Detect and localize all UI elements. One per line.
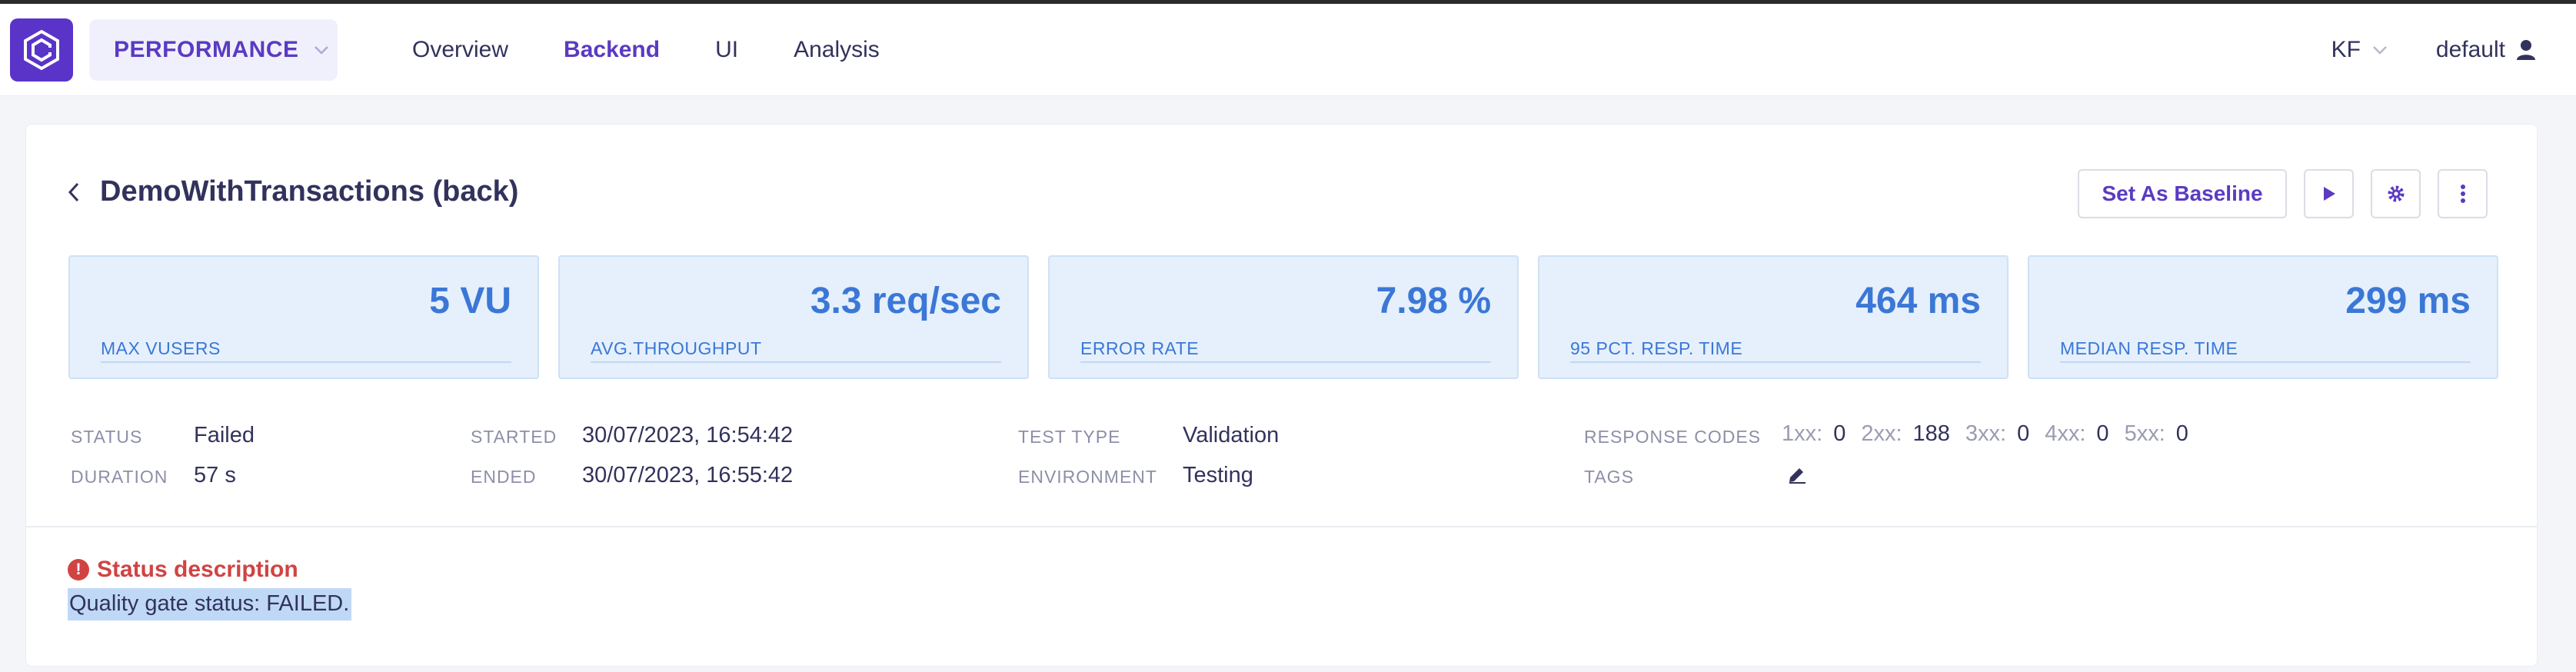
chevron-down-icon[interactable] — [2371, 45, 2388, 55]
metric-value: 5 VU — [429, 281, 511, 321]
page-title: DemoWithTransactions (back) — [100, 175, 519, 208]
more-vertical-icon — [2460, 185, 2465, 203]
user-area: KF default — [2331, 4, 2536, 96]
user-name[interactable]: default — [2436, 37, 2505, 63]
play-icon — [2323, 187, 2335, 201]
tab-backend[interactable]: Backend — [564, 37, 660, 63]
status-description-header: ! Status description — [68, 557, 298, 583]
code-4xx-count: 0 — [2096, 421, 2109, 446]
metric-label: ERROR RATE — [1080, 338, 1200, 358]
run-button[interactable] — [2304, 169, 2354, 218]
environment-label: ENVIRONMENT — [1018, 467, 1157, 487]
chevron-down-icon — [314, 46, 328, 55]
test-report-card: DemoWithTransactions (back) Set As Basel… — [25, 124, 2538, 667]
status-description-title: Status description — [97, 557, 298, 582]
metric-max-vusers: 5 VU MAX VUSERS — [68, 255, 539, 379]
metric-95-pct-resp-time: 464 ms 95 PCT. RESP. TIME — [1538, 255, 2009, 379]
top-navbar: PERFORMANCE Overview Backend UI Analysis… — [0, 4, 2576, 96]
metric-label: MAX VUSERS — [101, 338, 221, 358]
metric-median-resp-time: 299 ms MEDIAN RESP. TIME — [2028, 255, 2498, 379]
environment-value: Testing — [1183, 463, 1253, 487]
pencil-icon — [1789, 468, 1806, 484]
chevron-left-icon — [68, 182, 79, 201]
code-1xx-count: 0 — [1833, 421, 1846, 446]
metric-value: 3.3 req/sec — [810, 281, 1001, 321]
tab-analysis[interactable]: Analysis — [794, 37, 880, 63]
test-type-label: TEST TYPE — [1018, 427, 1121, 447]
test-actions: Set As Baseline — [2078, 169, 2488, 218]
metric-value: 7.98 % — [1376, 281, 1491, 321]
code-2xx-label: 2xx: — [1861, 421, 1902, 446]
code-3xx-count: 0 — [2017, 421, 2030, 446]
set-as-baseline-button[interactable]: Set As Baseline — [2078, 169, 2287, 218]
section-divider — [26, 526, 2537, 527]
code-4xx-label: 4xx: — [2045, 421, 2086, 446]
code-5xx-count: 0 — [2175, 421, 2188, 446]
code-3xx-label: 3xx: — [1965, 421, 2007, 446]
ended-value: 30/07/2023, 16:55:42 — [582, 463, 794, 487]
metric-value: 464 ms — [1855, 281, 1981, 321]
ended-label: ENDED — [471, 467, 537, 487]
status-label: STATUS — [71, 427, 143, 447]
gear-icon — [2388, 185, 2404, 202]
settings-button[interactable] — [2371, 169, 2421, 218]
edit-tags-button[interactable] — [1787, 464, 1807, 488]
duration-label: DURATION — [71, 467, 168, 487]
error-icon: ! — [68, 559, 89, 581]
team-selector[interactable]: KF — [2331, 37, 2361, 63]
tab-ui[interactable]: UI — [715, 37, 738, 63]
app-logo[interactable] — [10, 18, 73, 82]
metric-label: MEDIAN RESP. TIME — [2060, 338, 2238, 358]
user-icon[interactable] — [2516, 39, 2536, 61]
duration-value: 57 s — [194, 463, 236, 487]
metric-label: AVG.THROUGHPUT — [591, 338, 762, 358]
main-tabs: Overview Backend UI Analysis — [412, 4, 880, 96]
code-5xx-label: 5xx: — [2124, 421, 2165, 446]
tab-overview[interactable]: Overview — [412, 37, 508, 63]
metric-tiles: 5 VU MAX VUSERS 3.3 req/sec AVG.THROUGHP… — [68, 255, 2498, 379]
title-row: DemoWithTransactions (back) — [68, 175, 518, 208]
metric-label: 95 PCT. RESP. TIME — [1570, 338, 1743, 358]
back-button[interactable] — [68, 181, 80, 203]
code-2xx-count: 188 — [1912, 421, 1950, 446]
code-1xx-label: 1xx: — [1782, 421, 1823, 446]
metric-error-rate: 7.98 % ERROR RATE — [1048, 255, 1519, 379]
response-codes: 1xx: 0 2xx: 188 3xx: 0 4xx: 0 5xx: 0 — [1782, 421, 2204, 447]
status-value: Failed — [194, 423, 255, 447]
metric-underline — [1080, 361, 1491, 363]
hexagon-logo-icon — [24, 29, 59, 71]
status-description-text: Quality gate status: FAILED. — [68, 588, 352, 620]
started-label: STARTED — [471, 427, 557, 447]
tags-label: TAGS — [1584, 467, 1634, 487]
metric-underline — [101, 361, 511, 363]
metric-underline — [2060, 361, 2471, 363]
more-button[interactable] — [2438, 169, 2488, 218]
metric-avg-throughput: 3.3 req/sec AVG.THROUGHPUT — [558, 255, 1029, 379]
test-type-value: Validation — [1183, 423, 1280, 447]
metric-underline — [591, 361, 1001, 363]
response-codes-label: RESPONSE CODES — [1584, 427, 1761, 447]
project-name: PERFORMANCE — [114, 37, 299, 62]
metric-underline — [1570, 361, 1981, 363]
metric-value: 299 ms — [2345, 281, 2471, 321]
started-value: 30/07/2023, 16:54:42 — [582, 423, 794, 447]
project-selector[interactable]: PERFORMANCE — [89, 19, 338, 81]
